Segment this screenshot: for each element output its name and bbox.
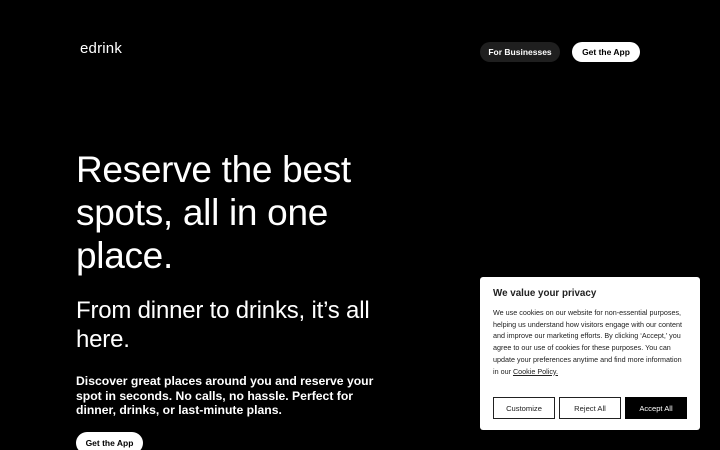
cookie-buttons: Customize Reject All Accept All [493,397,687,419]
cookie-banner: We value your privacy We use cookies on … [480,277,700,430]
cookie-title: We value your privacy [493,288,597,299]
get-app-button-hero[interactable]: Get the App [76,432,143,450]
hero-title: Reserve the best spots, all in one place… [76,149,351,276]
customize-button[interactable]: Customize [493,397,555,419]
accept-all-button[interactable]: Accept All [625,397,687,419]
hero-description: Discover great places around you and res… [76,374,374,417]
get-app-button-header[interactable]: Get the App [572,42,640,62]
cookie-text: We use cookies on our website for non-es… [493,307,688,377]
reject-all-button[interactable]: Reject All [559,397,621,419]
for-businesses-button[interactable]: For Businesses [480,42,560,62]
cookie-description: We use cookies on our website for non-es… [493,308,682,376]
logo[interactable]: edrink [80,40,122,57]
cookie-policy-link[interactable]: Cookie Policy. [513,367,558,376]
hero-subtitle: From dinner to drinks, it’s all here. [76,297,370,353]
site-header: edrink For Businesses Get the App [0,0,720,100]
